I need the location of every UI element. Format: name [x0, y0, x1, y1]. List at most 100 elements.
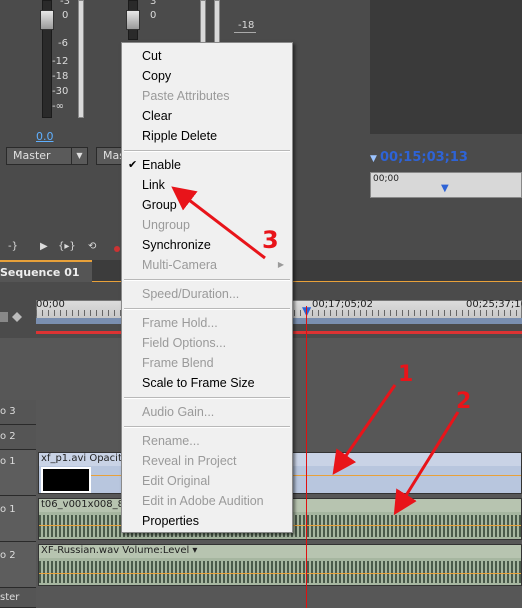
record-icon[interactable] [114, 246, 120, 252]
menu-item-scale-to-frame-size[interactable]: Scale to Frame Size [122, 373, 292, 393]
clip-label: XF-Russian.wav Volume:Level ▾ [41, 545, 198, 556]
master-dropdown-left[interactable]: Master ▼ [6, 147, 88, 165]
audio-waveform [39, 561, 521, 583]
mini-ruler[interactable]: 00;00 ▼ [370, 172, 522, 198]
program-monitor-panel: ▼ 00;15;03;13 00;00 ▼ [292, 0, 522, 232]
audio-clip[interactable]: XF-Russian.wav Volume:Level ▾ [38, 544, 522, 586]
menu-item-label: Enable [142, 158, 181, 172]
menu-item-label: Edit in Adobe Audition [142, 494, 264, 508]
menu-item-ripple-delete[interactable]: Ripple Delete [122, 126, 292, 146]
menu-item-paste-attributes[interactable]: Paste Attributes [122, 86, 292, 106]
chevron-down-icon: ▼ [71, 148, 87, 164]
menu-item-reveal-in-project[interactable]: Reveal in Project [122, 451, 292, 471]
ruler-label: 00;00 [36, 299, 65, 310]
menu-item-label: Multi-Camera [142, 258, 218, 272]
ruler-label: 00;17;05;02 [312, 299, 374, 310]
menu-item-cut[interactable]: Cut [122, 46, 292, 66]
track-header-audio1[interactable]: o 1 [0, 496, 36, 542]
menu-item-field-options[interactable]: Field Options... [122, 333, 292, 353]
menu-separator [124, 397, 290, 399]
menu-separator [124, 308, 290, 310]
menu-item-edit-in-audition[interactable]: Edit in Adobe Audition [122, 491, 292, 511]
menu-item-label: Synchronize [142, 238, 211, 252]
menu-item-label: Edit Original [142, 474, 211, 488]
menu-item-frame-hold[interactable]: Frame Hold... [122, 313, 292, 333]
shuttle-icon[interactable]: {▸} [58, 241, 76, 252]
clip-label: t06_v001x008_8 [41, 499, 125, 510]
scale-label: -30 [52, 86, 69, 97]
menu-item-label: Properties [142, 514, 199, 528]
mini-ruler-start: 00;00 [373, 174, 399, 184]
level-meter [78, 0, 84, 118]
menu-item-label: Clear [142, 109, 172, 123]
volume-fader-handle[interactable] [126, 10, 140, 30]
track-header-video1[interactable]: o 1 [0, 450, 36, 496]
track-header-audio2[interactable]: o 2 [0, 542, 36, 588]
menu-item-label: Ungroup [142, 218, 190, 232]
menu-item-speed-duration[interactable]: Speed/Duration... [122, 284, 292, 304]
scale-label: -6 [58, 38, 68, 49]
menu-item-label: Speed/Duration... [142, 287, 240, 301]
clip-label: xf_p1.avi Opacit [41, 453, 122, 464]
track-label: o 3 [0, 406, 16, 417]
track-label: o 1 [0, 504, 16, 515]
track-label: ster [0, 592, 20, 603]
volume-fader-handle[interactable] [40, 10, 54, 30]
volume-rubberband[interactable] [39, 573, 521, 574]
timeline-tab[interactable]: Sequence 01 [0, 260, 92, 282]
scale-label: -18 [52, 71, 69, 82]
program-timecode[interactable]: 00;15;03;13 [380, 150, 468, 165]
menu-item-link[interactable]: Link [122, 175, 292, 195]
track-header-master[interactable]: ster [0, 588, 36, 608]
menu-item-properties[interactable]: Properties [122, 511, 292, 531]
track-label: o 2 [0, 431, 16, 442]
mini-playhead-icon[interactable]: ▼ [441, 183, 449, 194]
track-header-video3[interactable]: o 3 [0, 400, 36, 425]
menu-item-group[interactable]: Group [122, 195, 292, 215]
menu-item-label: Paste Attributes [142, 89, 230, 103]
menu-item-label: Link [142, 178, 165, 192]
scale-tick [234, 32, 256, 33]
clip-context-menu: Cut Copy Paste Attributes Clear Ripple D… [121, 42, 293, 533]
menu-item-label: Reveal in Project [142, 454, 237, 468]
scale-label: -12 [52, 56, 69, 67]
track-label: o 2 [0, 550, 16, 561]
menu-item-audio-gain[interactable]: Audio Gain... [122, 402, 292, 422]
scale-label: 3 [150, 0, 157, 7]
volume-value[interactable]: 0.0 [36, 130, 54, 143]
menu-separator [124, 150, 290, 152]
track-header-video2[interactable]: o 2 [0, 425, 36, 450]
marker-icon[interactable] [12, 312, 22, 322]
menu-item-label: Group [142, 198, 177, 212]
menu-item-label: Scale to Frame Size [142, 376, 255, 390]
annotation-label-2: 2 [456, 389, 472, 414]
playhead-line [306, 306, 307, 608]
menu-separator [124, 279, 290, 281]
checkmark-icon: ✔ [128, 159, 138, 171]
menu-item-label: Frame Hold... [142, 316, 218, 330]
menu-item-frame-blend[interactable]: Frame Blend [122, 353, 292, 373]
timecode-arrow-icon: ▼ [370, 154, 377, 164]
scale-label: 0 [62, 10, 69, 21]
menu-item-label: Cut [142, 49, 162, 63]
clip-thumbnail [41, 467, 91, 493]
menu-item-label: Copy [142, 69, 172, 83]
menu-item-enable[interactable]: ✔ Enable [122, 155, 292, 175]
scale-label: -18 [238, 20, 255, 31]
menu-item-multi-camera[interactable]: Multi-Camera ▶ [122, 255, 292, 275]
play-icon[interactable]: ▶ [40, 241, 48, 252]
scale-label: -3 [60, 0, 70, 7]
snap-icon[interactable] [0, 312, 8, 322]
menu-item-label: Audio Gain... [142, 405, 215, 419]
menu-item-edit-original[interactable]: Edit Original [122, 471, 292, 491]
menu-item-copy[interactable]: Copy [122, 66, 292, 86]
menu-item-label: Rename... [142, 434, 200, 448]
annotation-label-3: 3 [262, 226, 279, 254]
video-preview [370, 0, 522, 134]
menu-separator [124, 426, 290, 428]
menu-item-rename[interactable]: Rename... [122, 431, 292, 451]
menu-item-clear[interactable]: Clear [122, 106, 292, 126]
menu-item-label: Frame Blend [142, 356, 214, 370]
step-in-icon[interactable]: -} [8, 241, 18, 252]
loop-icon[interactable]: ⟲ [88, 241, 96, 252]
